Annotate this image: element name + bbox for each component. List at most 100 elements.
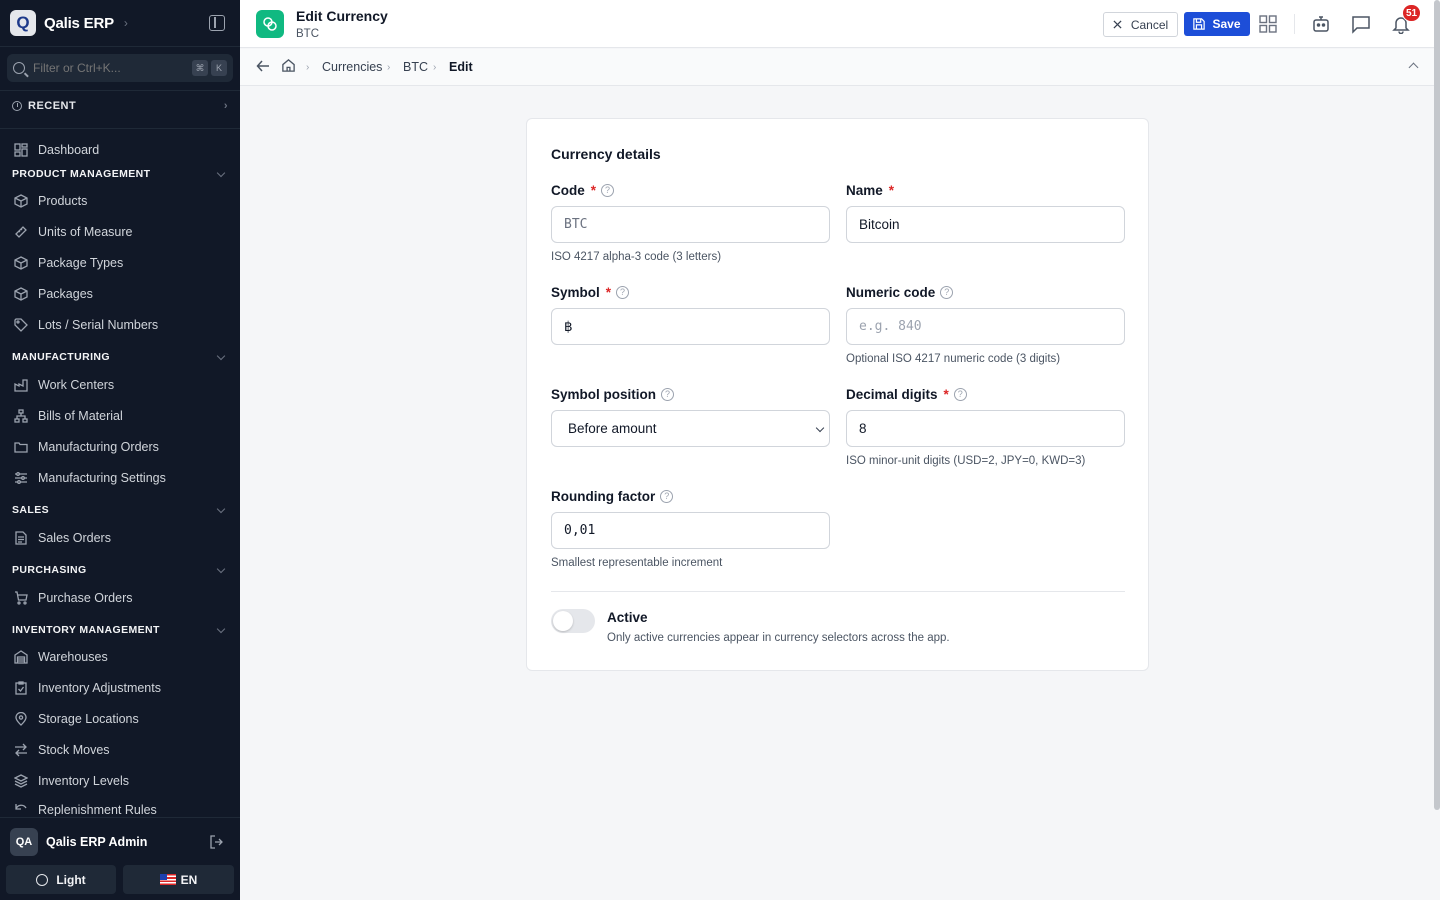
sidebar-item-sales-orders[interactable]: Sales Orders	[14, 529, 111, 547]
help-icon[interactable]: ?	[601, 183, 615, 197]
breadcrumb-edit: Edit	[449, 60, 473, 74]
code-hint: ISO 4217 alpha-3 code (3 letters)	[551, 251, 722, 263]
rounding-factor-hint: Smallest representable increment	[551, 557, 723, 569]
sidebar-item-lots-serial-numbers[interactable]: Lots / Serial Numbers	[14, 316, 158, 334]
chevron-right-icon: ›	[387, 62, 391, 73]
filter-input[interactable]	[33, 61, 189, 75]
tag-icon	[14, 318, 28, 332]
decimal-digits-field[interactable]	[846, 410, 1125, 447]
section-purchasing[interactable]: PURCHASING	[12, 563, 228, 577]
sidebar-item-label: Packages	[38, 287, 93, 301]
chat-icon[interactable]	[1351, 14, 1371, 34]
help-icon[interactable]: ?	[953, 387, 967, 401]
sidebar-item-replenishment-rules[interactable]: Replenishment Rules	[14, 803, 157, 816]
help-icon[interactable]: ?	[661, 387, 675, 401]
help-icon[interactable]: ?	[660, 489, 674, 503]
symbol-position-value: Before amount	[568, 421, 657, 436]
sidebar-item-inventory-levels[interactable]: Inventory Levels	[14, 772, 129, 790]
brand[interactable]: Q Qalis ERP ›	[10, 10, 128, 36]
layers-icon	[14, 774, 28, 788]
sidebar-filter[interactable]: ⌘ K	[7, 54, 233, 82]
sidebar-item-manufacturing-settings[interactable]: Manufacturing Settings	[14, 469, 166, 487]
currency-details-card: Currency details Code * ? ISO 4217 alpha…	[526, 118, 1149, 671]
scrollbar[interactable]	[1434, 0, 1440, 810]
chevron-down-icon	[216, 351, 226, 360]
home-icon[interactable]	[281, 58, 296, 76]
chevron-right-icon: ›	[123, 16, 128, 30]
page-title: Edit Currency	[296, 8, 388, 24]
sidebar-collapse-icon[interactable]	[209, 15, 225, 31]
sidebar-item-products[interactable]: Products	[14, 192, 87, 210]
bot-icon[interactable]	[1311, 14, 1331, 34]
active-toggle[interactable]	[551, 609, 595, 633]
sidebar-item-purchase-orders[interactable]: Purchase Orders	[14, 589, 132, 607]
breadcrumb-currencies[interactable]: Currencies	[322, 60, 382, 74]
chevron-down-icon	[815, 423, 825, 433]
breadcrumb-btc[interactable]: BTC	[403, 60, 428, 74]
symbol-position-select[interactable]: Before amount	[551, 410, 830, 447]
sidebar-item-label: Replenishment Rules	[38, 803, 157, 816]
sidebar-item-label: Inventory Adjustments	[38, 681, 161, 695]
sidebar-item-label: Lots / Serial Numbers	[38, 318, 159, 332]
section-product-management[interactable]: PRODUCT MANAGEMENT	[12, 167, 228, 181]
decimal-digits-label: Decimal digits * ?	[846, 386, 967, 402]
user-menu[interactable]: QA Qalis ERP Admin	[10, 828, 230, 856]
sidebar-item-packages[interactable]: Packages	[14, 285, 93, 303]
logout-icon[interactable]	[210, 835, 224, 849]
divider	[551, 591, 1125, 592]
save-label: Save	[1212, 17, 1241, 31]
language-button[interactable]: EN	[123, 865, 234, 894]
recent-toggle[interactable]: RECENT ›	[12, 98, 228, 114]
code-field[interactable]	[551, 206, 830, 243]
currency-icon	[256, 10, 284, 38]
sidebar-item-storage-locations[interactable]: Storage Locations	[14, 710, 139, 728]
user-name: Qalis ERP Admin	[46, 835, 148, 849]
required-marker: *	[943, 386, 949, 402]
numeric-code-field[interactable]	[846, 308, 1125, 345]
sidebar-item-bills-of-material[interactable]: Bills of Material	[14, 407, 123, 425]
sidebar-item-work-centers[interactable]: Work Centers	[14, 376, 114, 394]
sidebar-item-warehouses[interactable]: Warehouses	[14, 648, 108, 666]
sidebar-item-label: Package Types	[38, 256, 124, 270]
language-label: EN	[180, 872, 198, 887]
us-flag-icon	[159, 874, 176, 885]
folder-icon	[14, 440, 28, 454]
cancel-label: Cancel	[1130, 17, 1169, 32]
decimal-digits-hint: ISO minor-unit digits (USD=2, JPY=0, KWD…	[846, 455, 1086, 467]
sidebar-item-label: Units of Measure	[38, 225, 133, 239]
sidebar-item-package-types[interactable]: Package Types	[14, 254, 123, 272]
sidebar-item-inventory-adjustments[interactable]: Inventory Adjustments	[14, 679, 161, 697]
save-button[interactable]: Save	[1184, 12, 1250, 36]
section-inventory-management[interactable]: INVENTORY MANAGEMENT	[12, 623, 228, 637]
page-header: Edit Currency BTC Cancel Save 51	[240, 0, 1440, 48]
section-sales[interactable]: SALES	[12, 503, 228, 517]
section-label: PRODUCT MANAGEMENT	[12, 168, 151, 180]
arrows-swap-icon	[14, 743, 28, 757]
chevron-up-icon[interactable]	[1408, 62, 1419, 73]
symbol-field[interactable]	[551, 308, 830, 345]
sidebar-item-stock-moves[interactable]: Stock Moves	[14, 741, 110, 759]
sidebar-item-label: Dashboard	[38, 143, 100, 157]
name-field[interactable]	[846, 206, 1125, 243]
help-icon[interactable]: ?	[940, 285, 954, 299]
ruler-icon	[14, 225, 28, 239]
theme-toggle-button[interactable]: Light	[6, 865, 116, 894]
chevron-right-icon: ›	[223, 100, 228, 112]
sidebar-item-dashboard[interactable]: Dashboard	[14, 141, 99, 159]
numeric-code-label-text: Numeric code	[846, 284, 936, 300]
divider	[0, 128, 240, 129]
required-marker: *	[605, 284, 612, 300]
cancel-button[interactable]: Cancel	[1103, 12, 1178, 37]
name-label-text: Name	[846, 182, 883, 198]
sidebar-item-units-of-measure[interactable]: Units of Measure	[14, 223, 132, 241]
hierarchy-icon	[14, 409, 28, 423]
sidebar-item-manufacturing-orders[interactable]: Manufacturing Orders	[14, 438, 159, 456]
map-pin-icon	[14, 712, 28, 726]
name-label: Name *	[846, 182, 894, 198]
help-icon[interactable]: ?	[616, 285, 630, 299]
apps-grid-icon[interactable]	[1258, 14, 1278, 34]
rounding-factor-field[interactable]	[551, 512, 830, 549]
back-arrow-icon[interactable]	[256, 59, 270, 76]
sliders-icon	[14, 471, 28, 485]
section-manufacturing[interactable]: MANUFACTURING	[12, 350, 228, 364]
